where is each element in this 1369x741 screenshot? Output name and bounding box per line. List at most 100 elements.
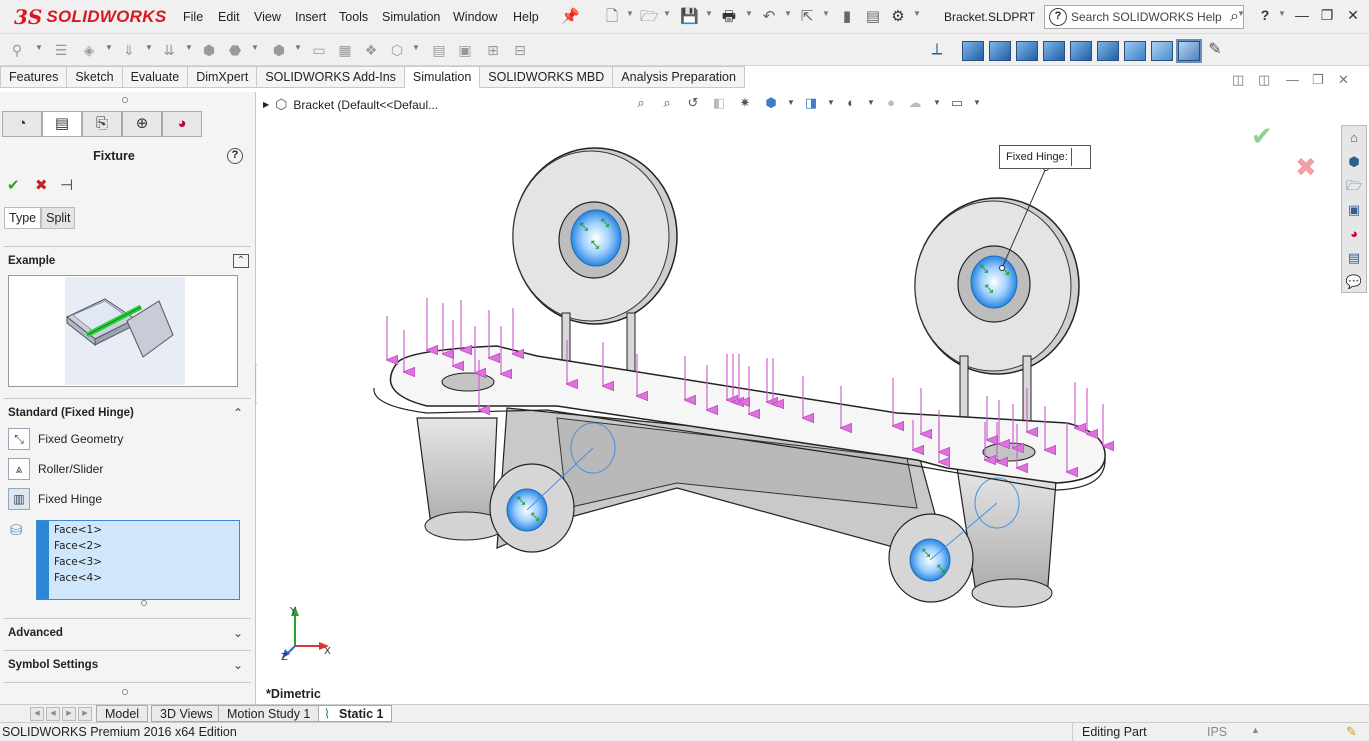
close-icon[interactable]: ✕ <box>1342 7 1364 27</box>
rebuild-status-icon[interactable]: ✎ <box>1346 724 1357 740</box>
list-resize-handle[interactable] <box>141 600 147 606</box>
hide-show-dropdown-icon[interactable]: ▼ <box>862 94 880 112</box>
prev-tab-icon[interactable]: ◀ <box>46 707 60 721</box>
tab-sketch[interactable]: Sketch <box>67 66 123 88</box>
display-style-dropdown-icon[interactable]: ▼ <box>822 94 840 112</box>
list-item[interactable]: Face<3> <box>54 556 102 568</box>
undo-dropdown-icon[interactable]: ▼ <box>784 9 792 18</box>
open-folder-icon[interactable]: 🗁 <box>640 8 659 26</box>
tab-dimxpert[interactable]: DimXpert <box>188 66 258 88</box>
first-tab-icon[interactable]: ◀ <box>30 707 44 721</box>
view-settings-icon[interactable]: ▭ <box>948 94 966 112</box>
run-dropdown-icon[interactable]: ▼ <box>105 43 113 52</box>
view-left-icon[interactable] <box>1016 41 1038 61</box>
select-dropdown-icon[interactable]: ▼ <box>822 9 830 18</box>
tab-motion-study-1[interactable]: Motion Study 1 <box>218 705 320 722</box>
sensor-icon[interactable]: ⊟ <box>511 41 529 59</box>
face-selection-list[interactable]: Face<1> Face<2> Face<3> Face<4> <box>36 520 240 600</box>
fixed-hinge-callout[interactable]: Fixed Hinge: <box>999 145 1091 169</box>
pin-icon[interactable]: 📌 <box>561 8 580 26</box>
menu-insert[interactable]: Insert <box>295 10 326 24</box>
external-loads-icon[interactable]: ⇊ <box>160 41 178 59</box>
panel-bottom-handle[interactable] <box>122 689 128 695</box>
apply-material-icon[interactable]: ☰ <box>52 41 70 59</box>
cancel-x-icon[interactable]: ✖ <box>35 176 48 194</box>
view-dimetric-icon[interactable] <box>1176 39 1202 63</box>
tab-addins[interactable]: SOLIDWORKS Add-Ins <box>257 66 405 88</box>
menu-help[interactable]: Help <box>513 10 539 24</box>
menu-window[interactable]: Window <box>453 10 497 24</box>
view-top-icon[interactable] <box>1070 41 1092 61</box>
view-bottom-icon[interactable] <box>1097 41 1119 61</box>
plot-tools-icon[interactable]: ⬡ <box>388 41 406 59</box>
configuration-manager-icon[interactable]: ⎘ <box>82 111 122 137</box>
study-advisor-icon[interactable]: ⚲ <box>8 41 26 59</box>
shell-dropdown-icon[interactable]: ▼ <box>251 43 259 52</box>
option-fixed-geometry[interactable]: ⤡ Fixed Geometry <box>8 427 123 451</box>
save-dropdown-icon[interactable]: ▼ <box>705 9 713 18</box>
run-study-icon[interactable]: ◈ <box>80 41 98 59</box>
edit-appearance-icon[interactable]: ● <box>882 94 900 112</box>
chevron-down-icon[interactable]: ⌄ <box>233 622 243 644</box>
plot-tools-dropdown-icon[interactable]: ▼ <box>412 43 420 52</box>
doc-restore-icon[interactable]: ❐ <box>1312 72 1324 88</box>
standard-group-header[interactable]: Standard (Fixed Hinge) ⌃ <box>4 402 251 424</box>
tab-model[interactable]: Model <box>96 705 149 722</box>
fixtures-advisor-icon[interactable]: ⇓ <box>120 41 138 59</box>
scene-dropdown-icon[interactable]: ▼ <box>928 94 946 112</box>
file-explorer-icon[interactable]: 🗁 <box>1344 176 1364 196</box>
normal-to-icon[interactable]: ⟂ <box>928 41 946 59</box>
minimize-icon[interactable]: — <box>1291 7 1313 27</box>
view-front-icon[interactable] <box>962 41 984 61</box>
tile-left-icon[interactable]: ◫ <box>1232 72 1244 88</box>
options-dropdown-icon[interactable]: ▼ <box>913 9 921 18</box>
option-fixed-hinge[interactable]: ▥ Fixed Hinge <box>8 487 102 511</box>
units-dropdown-icon[interactable]: ▲ <box>1251 725 1260 735</box>
tab-evaluate[interactable]: Evaluate <box>122 66 189 88</box>
units-selector[interactable]: IPS <box>1207 725 1227 739</box>
tab-features[interactable]: Features <box>0 66 68 88</box>
view-settings-dropdown-icon[interactable]: ▼ <box>968 94 986 112</box>
file-properties-icon[interactable]: ▤ <box>864 8 882 26</box>
example-group-header[interactable]: Example ⌃ <box>4 250 251 272</box>
open-dropdown-icon[interactable]: ▼ <box>663 9 671 18</box>
tab-3d-views[interactable]: 3D Views <box>151 705 222 722</box>
dynamic-annotation-icon[interactable]: ✷ <box>736 94 754 112</box>
help-search-box[interactable]: ? Search SOLIDWORKS Help ⌕ <box>1044 5 1244 29</box>
help-dropdown-icon[interactable]: ▼ <box>1278 9 1286 18</box>
list-item[interactable]: Face<1> <box>54 524 102 536</box>
menu-file[interactable]: File <box>183 10 203 24</box>
last-tab-icon[interactable]: ▶ <box>78 707 92 721</box>
compare-results-icon[interactable]: ❖ <box>362 41 380 59</box>
feature-tree-flyout[interactable]: ▶ ⬡ Bracket (Default<<Defaul... <box>263 96 438 113</box>
menu-edit[interactable]: Edit <box>218 10 240 24</box>
expand-arrow-icon[interactable]: ▶ <box>263 100 269 109</box>
advanced-group-header[interactable]: Advanced ⌄ <box>4 622 251 644</box>
report-icon[interactable]: ▤ <box>430 41 448 59</box>
view-right-icon[interactable] <box>1043 41 1065 61</box>
undo-icon[interactable]: ↶ <box>760 8 778 26</box>
previous-view-icon[interactable]: ↺ <box>684 94 702 112</box>
include-image-icon[interactable]: ▣ <box>456 41 474 59</box>
design-study-icon[interactable]: ⊞ <box>484 41 502 59</box>
tab-split[interactable]: Split <box>41 207 76 229</box>
view-palette-icon[interactable]: ▣ <box>1344 200 1364 220</box>
options-gear-icon[interactable]: ⚙ <box>889 8 907 26</box>
menu-simulation[interactable]: Simulation <box>382 10 440 24</box>
search-input[interactable]: Search SOLIDWORKS Help <box>1071 10 1230 24</box>
panel-splitter-handle[interactable] <box>122 97 128 103</box>
property-manager-icon[interactable]: ▤ <box>42 111 82 137</box>
print-dropdown-icon[interactable]: ▼ <box>745 9 753 18</box>
view-selector-brush-icon[interactable]: ✎ <box>1206 41 1224 59</box>
doc-minimize-icon[interactable]: — <box>1286 72 1299 87</box>
tab-analysis-preparation[interactable]: Analysis Preparation <box>613 66 745 88</box>
appearances-icon[interactable]: ◕ <box>1344 224 1364 244</box>
doc-close-icon[interactable]: ✕ <box>1338 72 1349 88</box>
tab-mbd[interactable]: SOLIDWORKS MBD <box>480 66 614 88</box>
graphics-area[interactable]: ⤡ ⤡ ⤡ ⤡ ⤡ ⤡ ⤡ ⤡ ⤡ ⤡ Y X Z ✔ ✖ <box>257 88 1369 704</box>
tab-simulation[interactable]: Simulation <box>404 66 481 88</box>
new-dropdown-icon[interactable]: ▼ <box>626 9 634 18</box>
new-document-icon[interactable]: 🗋 <box>603 8 621 26</box>
display-style-icon[interactable]: ◨ <box>802 94 820 112</box>
option-roller-slider[interactable]: ⩓ Roller/Slider <box>8 457 103 481</box>
